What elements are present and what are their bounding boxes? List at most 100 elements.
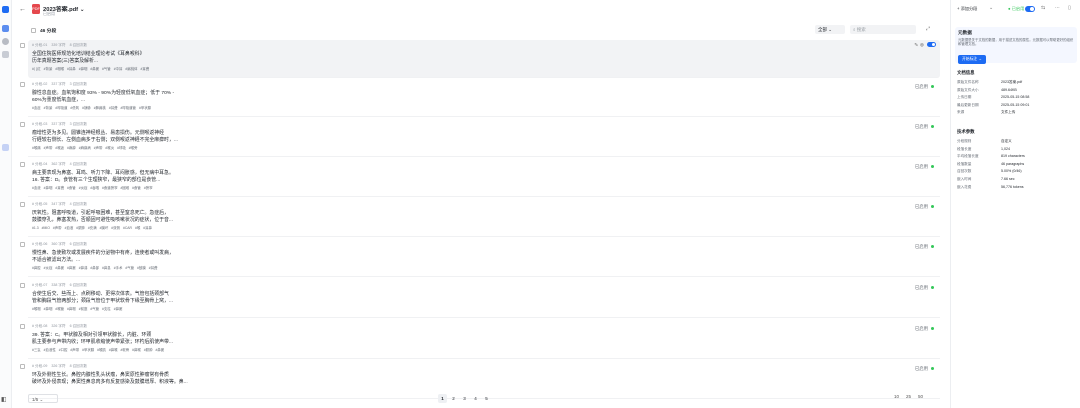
keyword-tag[interactable]: #鼻窦 [156, 348, 165, 352]
segment-checkbox[interactable] [20, 283, 25, 288]
keyword-tag[interactable]: #鼻部 [90, 266, 99, 270]
keyword-tag[interactable]: #耳鼻 [67, 67, 76, 71]
keyword-tag[interactable]: #口腔 [59, 348, 68, 352]
keyword-tag[interactable]: #鼻涕 [79, 266, 88, 270]
delete-icon[interactable]: ⊗ [920, 43, 924, 49]
keyword-tag[interactable]: #喉 [135, 226, 140, 230]
keyword-tag[interactable]: #脓肿 [144, 348, 153, 352]
keyword-tag[interactable]: #脓肿 [76, 226, 85, 230]
keyword-tag[interactable]: #耳鼻 [143, 226, 152, 230]
keyword-tag[interactable]: #膜坏 [100, 226, 109, 230]
segment-checkbox[interactable] [20, 43, 25, 48]
keyword-tag[interactable]: #软骨 [120, 348, 129, 352]
page-size-option[interactable]: 25 [906, 394, 911, 399]
start-annotation-button[interactable]: 开始标注 → [958, 54, 987, 64]
collapse-sidebar-icon[interactable]: ◧ [1, 396, 7, 403]
keyword-tag[interactable]: #声带 [94, 146, 103, 150]
keyword-tag[interactable]: #鼻喉 [132, 348, 141, 352]
segment-row[interactable]: # 分段-03 337 字符 3 召回次数 瘤增性更为多见。圆锥连神经根丛、易患损伤。… [20, 119, 940, 157]
keyword-tag[interactable]: #鼻咽 [67, 307, 76, 311]
keyword-tag[interactable]: #鼻腔 [32, 266, 41, 270]
segment-row[interactable]: # 分段-05 347 字符 4 召回次数 厌氧性。阻塞呼吸道，引起呼吸困难，甚至窒息… [20, 199, 940, 237]
keyword-tag[interactable]: #中耳 [114, 67, 123, 71]
keyword-tag[interactable]: #甲状腺 [82, 348, 94, 352]
page-number[interactable]: 3 [460, 394, 469, 403]
keyword-tag[interactable]: #气管 [102, 67, 111, 71]
segment-checkbox[interactable] [20, 162, 25, 167]
status-filter-select[interactable]: 全部 ⌄ [815, 25, 845, 34]
keyword-tag[interactable]: #声带 [44, 146, 53, 150]
segment-row[interactable]: # 分段-04 362 字符 4 召回次数 病主要表现为鼻塞、耳鸣、听力下降、耳闷胀感… [20, 159, 940, 197]
keyword-tag[interactable]: #咽喉 [55, 67, 64, 71]
segment-row[interactable]: # 分段-08 326 字符 6 召回次数 39. 答案：C。甲状腺及相对引领甲状腺长… [20, 321, 940, 359]
document-enable-toggle[interactable] [1025, 6, 1035, 12]
documents-icon[interactable] [2, 25, 9, 32]
page-number[interactable]: 2 [449, 394, 458, 403]
keyword-tag[interactable]: #食道狭窄 [102, 186, 117, 190]
keyword-tag[interactable]: #鼻窦 [67, 266, 76, 270]
keyword-tag[interactable]: #困难 [120, 186, 129, 190]
keyword-tag[interactable]: #食管 [67, 186, 76, 190]
segment-checkbox[interactable] [20, 242, 25, 247]
keyword-tag[interactable]: #背景 [44, 67, 53, 71]
segment-checkbox[interactable] [20, 122, 25, 127]
home-icon[interactable] [2, 6, 9, 13]
recall-icon[interactable] [2, 144, 9, 151]
keyword-tag[interactable]: #甲状腺 [139, 106, 151, 110]
keyword-tag[interactable]: #CAR [123, 226, 132, 230]
segment-enable-toggle[interactable] [927, 42, 936, 47]
add-segment-button[interactable]: + 添加分段 [957, 6, 977, 12]
keyword-tag[interactable]: #鼓膜 [137, 266, 146, 270]
back-button[interactable]: ← [19, 6, 26, 13]
edit-icon[interactable]: ✎ [914, 43, 918, 49]
keyword-tag[interactable]: #血液 [32, 186, 41, 190]
keyword-tag[interactable]: #鼻咽 [79, 67, 88, 71]
keyword-tag[interactable]: #耳聋 [55, 186, 64, 190]
keyword-tag[interactable]: #双侧 [111, 226, 120, 230]
keyword-tag[interactable]: #前庭 [79, 307, 88, 311]
keyword-tag[interactable]: #气管 [125, 266, 134, 270]
api-icon[interactable] [2, 51, 9, 58]
keyword-tag[interactable]: #喉痛 [32, 146, 41, 150]
keyword-tag[interactable]: #喉肌 [97, 348, 106, 352]
page-size-option[interactable]: 50 [918, 394, 923, 399]
keyword-tag[interactable]: #低氧 [70, 106, 79, 110]
keyword-tag[interactable]: #儿红 [32, 67, 41, 71]
keyword-tag[interactable]: #耳聋 [109, 106, 118, 110]
keyword-tag[interactable]: #扁桃体 [125, 67, 137, 71]
more-icon[interactable]: ⋯ [1055, 5, 1060, 11]
keyword-tag[interactable]: #肺扁桃 [94, 106, 106, 110]
keyword-tag[interactable]: #喉旁 [129, 146, 138, 150]
page-number[interactable]: 1 [438, 394, 447, 403]
keyword-tag[interactable]: #鼻咽 [44, 186, 53, 190]
keyword-tag[interactable]: #鼻喉 [109, 348, 118, 352]
select-all-checkbox[interactable] [31, 28, 36, 33]
keyword-tag[interactable]: #声带 [70, 348, 79, 352]
keyword-tag[interactable]: #鼻咽 [44, 307, 53, 311]
keyword-tag[interactable]: #吞咽 [90, 186, 99, 190]
keyword-tag[interactable]: #气管 [90, 307, 99, 311]
sync-icon[interactable]: ⇆ [1041, 5, 1045, 11]
panel-icon[interactable]: ▯ [1068, 5, 1071, 11]
keyword-tag[interactable]: #呼吸道管 [120, 106, 135, 110]
keyword-tag[interactable]: #MIO [42, 226, 50, 230]
segment-checkbox[interactable] [20, 324, 25, 329]
page-number[interactable]: 4 [471, 394, 480, 403]
page-number[interactable]: 5 [482, 394, 491, 403]
segment-checkbox[interactable] [20, 202, 25, 207]
keyword-tag[interactable]: #呼吸 [117, 146, 126, 150]
keyword-tag[interactable]: #静脉 [82, 106, 91, 110]
segment-checkbox[interactable] [20, 364, 25, 369]
keyword-tag[interactable]: #充满 [88, 226, 97, 230]
keyword-tag[interactable]: #背景 [44, 106, 53, 110]
keyword-tag[interactable]: #血液 [65, 226, 74, 230]
keyword-tag[interactable]: #喉管 [55, 307, 64, 311]
keyword-tag[interactable]: #炎症 [44, 266, 53, 270]
keyword-tag[interactable]: #鼻窦 [55, 266, 64, 270]
keyword-tag[interactable]: #喉炎 [105, 146, 114, 150]
keyword-tag[interactable]: #呼吸道 [55, 106, 67, 110]
keyword-tag[interactable]: #支柱 [102, 307, 111, 311]
keyword-tag[interactable]: #1.3 [32, 226, 39, 230]
segment-row[interactable]: # 分段-02 337 字符 3 召回次数 腺性息血症。血氧饱和度 93% - 90%… [20, 79, 940, 117]
page-jump-select[interactable]: 1/5 ⌄ [28, 394, 58, 403]
